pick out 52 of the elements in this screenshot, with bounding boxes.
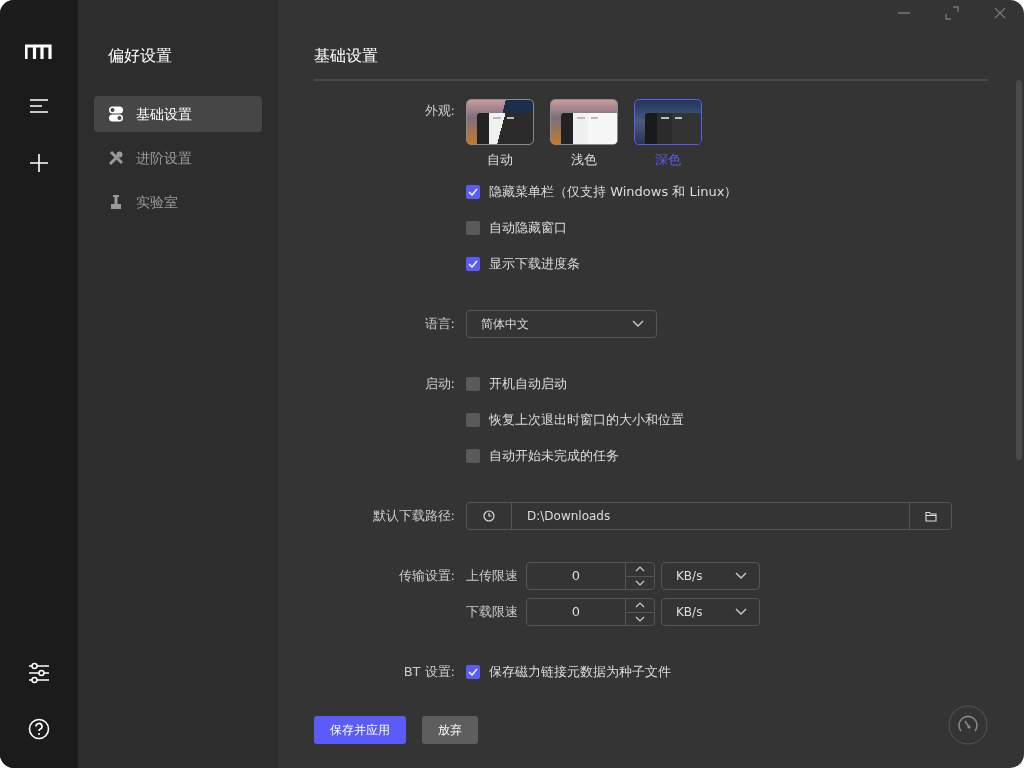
sidebar-item[interactable]: 基础设置 (94, 96, 262, 132)
field-label: 默认下载路径: (372, 508, 455, 524)
language-select[interactable]: 简体中文 (466, 310, 657, 338)
checkbox-label: 自动开始未完成的任务 (489, 447, 619, 466)
field-label: 上传限速 (466, 567, 519, 586)
checkbox[interactable] (466, 221, 480, 235)
checkbox[interactable] (466, 413, 480, 427)
checkbox[interactable] (466, 449, 480, 463)
checkbox-label: 显示下载进度条 (489, 255, 580, 274)
theme-thumbnail[interactable] (466, 99, 534, 145)
settings-icon[interactable] (28, 662, 50, 684)
chevron-down-icon (632, 320, 644, 328)
sidebar-title: 偏好设置 (108, 45, 173, 67)
theme-label: 自动 (487, 151, 513, 169)
menu-icon[interactable] (29, 99, 49, 113)
checkbox[interactable] (466, 185, 480, 199)
sidebar-item[interactable]: 进阶设置 (94, 140, 262, 176)
theme-thumbnail[interactable] (634, 99, 702, 145)
save-button[interactable]: 保存并应用 (314, 716, 406, 744)
maximize-icon[interactable] (945, 6, 959, 20)
chevron-down-icon (735, 608, 747, 616)
field-label: 传输设置: (398, 568, 455, 584)
sidebar-item[interactable]: 实验室 (94, 184, 262, 220)
checkbox-label: 隐藏菜单栏（仅支持 Windows 和 Linux） (489, 183, 738, 202)
add-icon[interactable] (29, 153, 49, 173)
page-title: 基础设置 (314, 45, 379, 67)
tools-icon (108, 150, 124, 166)
close-icon[interactable] (993, 6, 1007, 20)
flask-icon (108, 194, 124, 210)
checkbox-label: 保存磁力链接元数据为种子文件 (489, 663, 671, 682)
unit-select[interactable]: KB/s (661, 598, 760, 626)
unit-select[interactable]: KB/s (661, 562, 760, 590)
checkbox[interactable] (466, 377, 480, 391)
theme-label: 深色 (655, 151, 681, 169)
help-icon[interactable] (28, 718, 50, 740)
speedometer-icon[interactable] (948, 705, 988, 745)
checkbox-label: 开机自动启动 (489, 375, 567, 394)
checkbox-label: 自动隐藏窗口 (489, 219, 567, 238)
theme-thumbnail[interactable] (550, 99, 618, 145)
toggle-icon (108, 106, 124, 122)
field-label: 启动: (424, 376, 455, 392)
discard-button[interactable]: 放弃 (422, 716, 478, 744)
field-label: 下载限速 (466, 603, 519, 622)
checkbox[interactable] (466, 257, 480, 271)
checkbox[interactable] (466, 665, 480, 679)
checkbox-label: 恢复上次退出时窗口的大小和位置 (489, 411, 684, 430)
field-label: 语言: (424, 316, 455, 332)
field-label: 外观: (424, 103, 455, 118)
chevron-down-icon (735, 572, 747, 580)
theme-label: 浅色 (571, 151, 597, 169)
logo-icon (25, 44, 53, 60)
field-label: BT 设置: (403, 664, 455, 680)
